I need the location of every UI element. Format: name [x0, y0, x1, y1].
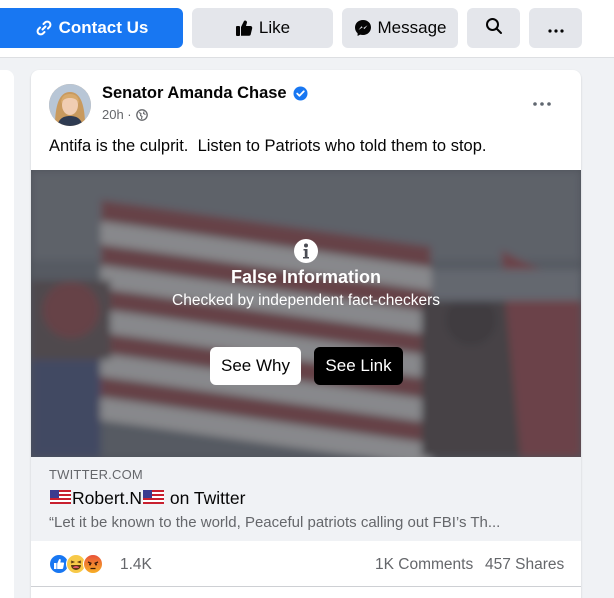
comments-count[interactable]: 1K Comments	[375, 556, 473, 574]
post-card: Senator Amanda Chase 20h · Antifa is the…	[31, 70, 581, 598]
globe-icon	[135, 108, 148, 121]
search-icon	[485, 17, 503, 40]
message-label: Message	[377, 18, 447, 37]
link-title-name: Robert.N	[72, 488, 143, 508]
post-options-button[interactable]	[527, 92, 557, 112]
contact-us-label: Contact Us	[58, 18, 149, 37]
info-icon	[293, 238, 319, 269]
contact-us-button[interactable]: Contact Us	[0, 8, 183, 48]
us-flag-icon	[50, 488, 71, 509]
search-button[interactable]	[467, 8, 520, 48]
link-domain: TWITTER.COM	[49, 467, 143, 482]
like-page-button[interactable]: Like	[192, 8, 333, 48]
post-meta: 20h ·	[102, 107, 148, 122]
more-icon	[547, 18, 564, 38]
author-name[interactable]: Senator Amanda Chase	[102, 84, 308, 103]
post-media[interactable]: False Information Checked by independent…	[31, 170, 581, 457]
adjacent-card-edge	[0, 70, 14, 598]
see-why-button[interactable]: See Why	[210, 347, 301, 385]
like-label: Like	[258, 18, 291, 37]
verified-icon	[293, 86, 308, 101]
thumbs-up-icon	[235, 19, 253, 37]
more-options-button[interactable]	[529, 8, 582, 48]
post-timestamp[interactable]: 20h ·	[102, 107, 132, 122]
reaction-icons[interactable]	[49, 554, 103, 574]
page-action-bar: Contact Us Like Message	[0, 0, 614, 58]
post-text: Antifa is the culprit. Listen to Patriot…	[49, 137, 487, 155]
angry-reaction-icon	[83, 554, 103, 574]
messenger-icon	[354, 19, 372, 37]
fact-check-subtitle: Checked by independent fact-checkers	[172, 292, 440, 309]
link-title: Robert.N on Twitter	[49, 488, 245, 509]
message-button[interactable]: Message	[342, 8, 458, 48]
shares-count[interactable]: 457 Shares	[485, 556, 564, 574]
link-preview[interactable]: TWITTER.COM Robert.N on Twitter “Let it …	[31, 457, 581, 541]
fact-check-overlay	[31, 170, 581, 457]
post-stats-row: 1.4K 1K Comments 457 Shares	[31, 541, 581, 587]
more-icon	[533, 93, 551, 111]
link-description: “Let it be known to the world, Peaceful …	[49, 514, 501, 531]
reaction-count[interactable]: 1.4K	[120, 556, 152, 574]
fact-check-title: False Information	[230, 267, 382, 287]
link-title-suffix: on Twitter	[165, 488, 246, 508]
link-icon	[35, 19, 53, 37]
see-link-button[interactable]: See Link	[314, 347, 403, 385]
author-name-text: Senator Amanda Chase	[102, 84, 287, 102]
author-avatar[interactable]	[49, 84, 91, 126]
us-flag-icon	[143, 488, 165, 509]
